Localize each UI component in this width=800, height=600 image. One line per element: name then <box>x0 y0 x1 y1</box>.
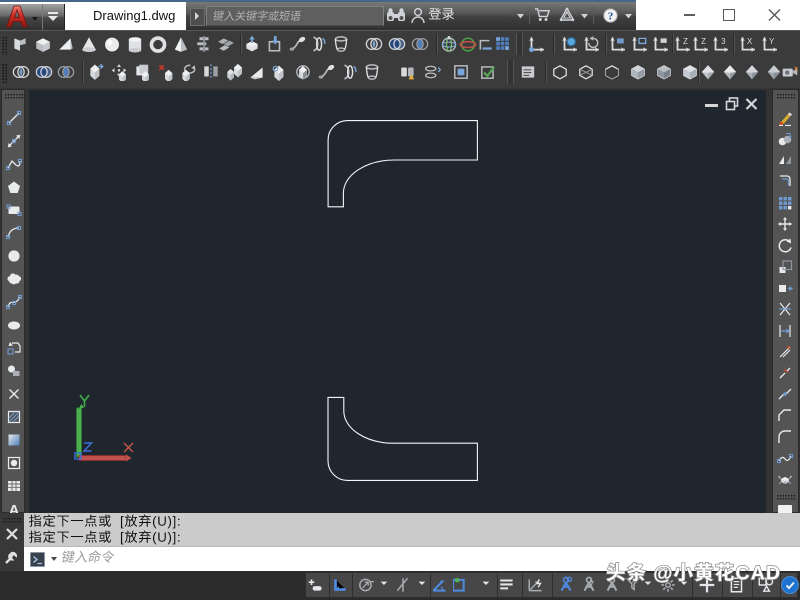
svg-text:Z: Z <box>683 37 688 46</box>
svg-text:Z: Z <box>701 37 706 46</box>
svg-text:?: ? <box>608 10 614 22</box>
svg-text:3: 3 <box>721 37 726 46</box>
svg-text:X: X <box>747 37 753 46</box>
svg-text:Y: Y <box>769 37 775 46</box>
